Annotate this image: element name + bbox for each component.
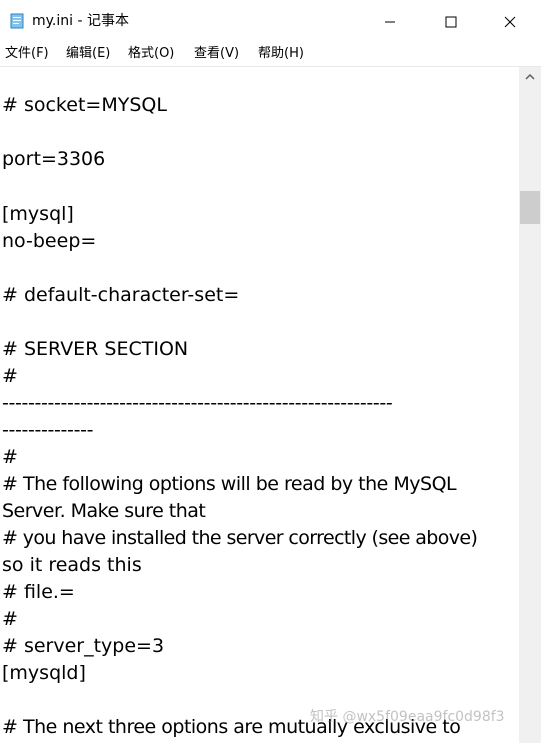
menu-file[interactable]: 文件(F): [5, 45, 49, 63]
menu-bar: 文件(F) 编辑(E) 格式(O) 查看(V) 帮助(H): [0, 43, 541, 66]
text-line: # you have installed the server correctl…: [2, 527, 478, 549]
text-line: --------------: [2, 419, 94, 441]
title-bar[interactable]: my.ini - 记事本: [0, 0, 541, 43]
text-line: # default-character-set=: [2, 284, 240, 306]
text-line: Server. Make sure that: [2, 500, 206, 522]
text-line: no-beep=: [2, 230, 97, 252]
text-line: #: [2, 365, 18, 387]
scroll-up-arrow-icon: [525, 74, 535, 80]
text-line: ----------------------------------------…: [2, 392, 393, 414]
text-line: port=3306: [2, 148, 106, 170]
text-line: #: [2, 608, 18, 630]
text-line: [mysql]: [2, 203, 74, 225]
close-button[interactable]: [487, 0, 533, 43]
scroll-thumb[interactable]: [520, 191, 540, 224]
text-line: # socket=MYSQL: [2, 94, 167, 116]
menu-view[interactable]: 查看(V): [194, 45, 239, 63]
watermark: 知乎 @wx5f09eaa9fc0d98f3: [310, 709, 505, 725]
text-line: # file.=: [2, 581, 75, 603]
maximize-icon: [445, 16, 457, 27]
text-line: #: [2, 446, 18, 468]
minimize-icon: [385, 21, 395, 22]
text-line: [mysqld]: [2, 662, 86, 684]
text-line: # server_type=3: [2, 635, 165, 657]
close-icon: [504, 16, 516, 27]
menu-format[interactable]: 格式(O): [128, 45, 174, 63]
text-line: # SERVER SECTION: [2, 338, 189, 360]
vertical-scrollbar[interactable]: [519, 67, 541, 743]
menu-edit[interactable]: 编辑(E): [66, 45, 110, 63]
window-title: my.ini - 记事本: [32, 13, 129, 29]
text-line: so it reads this: [2, 554, 142, 576]
text-line: # The following options will be read by …: [2, 473, 457, 495]
text-editor[interactable]: # socket=MYSQL port=3306 [mysql] no-beep…: [0, 67, 519, 743]
maximize-button[interactable]: [428, 0, 474, 43]
minimize-button[interactable]: [367, 0, 413, 43]
menu-help[interactable]: 帮助(H): [258, 45, 304, 63]
scroll-up-button[interactable]: [519, 67, 541, 87]
notepad-icon: [10, 13, 24, 29]
